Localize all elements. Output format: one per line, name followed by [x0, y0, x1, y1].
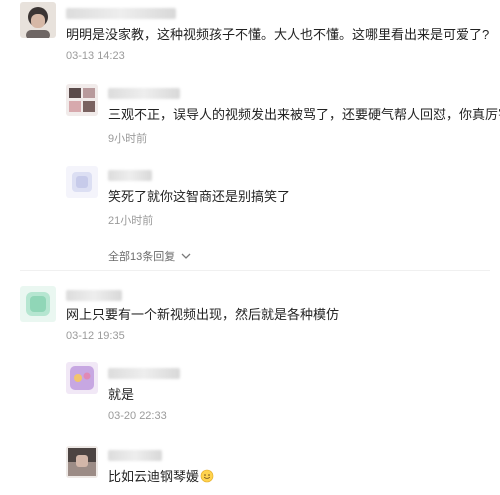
reply-text: 笑死了就你这智商还是别搞笑了 [108, 189, 291, 204]
username[interactable] [108, 450, 162, 461]
comment-date: 03-13 14:23 [66, 50, 125, 62]
smile-emoji-icon [200, 469, 214, 488]
avatar[interactable] [20, 286, 56, 322]
view-all-replies-link[interactable]: 全部13条回复 [108, 248, 191, 264]
view-all-replies-label: 全部13条回复 [108, 251, 176, 263]
username[interactable] [66, 8, 176, 19]
avatar[interactable] [66, 84, 98, 116]
comment-text: 明明是没家教，这种视频孩子不懂。大人也不懂。这哪里看出来是可爱了? [66, 27, 490, 42]
reply-date: 03-20 22:33 [108, 410, 167, 422]
chevron-down-icon [181, 250, 191, 262]
comment-text: 网上只要有一个新视频出现，然后就是各种模仿 [66, 307, 340, 322]
username[interactable] [108, 170, 152, 181]
reply-text: 比如云迪钢琴媛 [108, 468, 214, 488]
divider [20, 270, 490, 271]
reply-text: 三观不正，误导人的视频发出来被骂了，还要硬气帮人回怼，你真厉害 [108, 106, 500, 126]
comment-date: 03-12 19:35 [66, 330, 125, 342]
reply-text-content: 比如云迪钢琴媛 [108, 469, 200, 484]
avatar[interactable] [66, 446, 98, 478]
avatar[interactable] [66, 362, 98, 394]
reply-text-content: 三观不正，误导人的视频发出来被骂了，还要硬气帮人回怼，你真厉害 [108, 107, 500, 122]
username[interactable] [108, 368, 180, 379]
username[interactable] [108, 88, 180, 99]
avatar[interactable] [20, 2, 56, 38]
reply-date: 21小时前 [108, 215, 154, 227]
username[interactable] [66, 290, 122, 301]
reply-text: 就是 [108, 387, 135, 402]
reply-date: 9小时前 [108, 133, 148, 145]
avatar[interactable] [66, 166, 98, 198]
